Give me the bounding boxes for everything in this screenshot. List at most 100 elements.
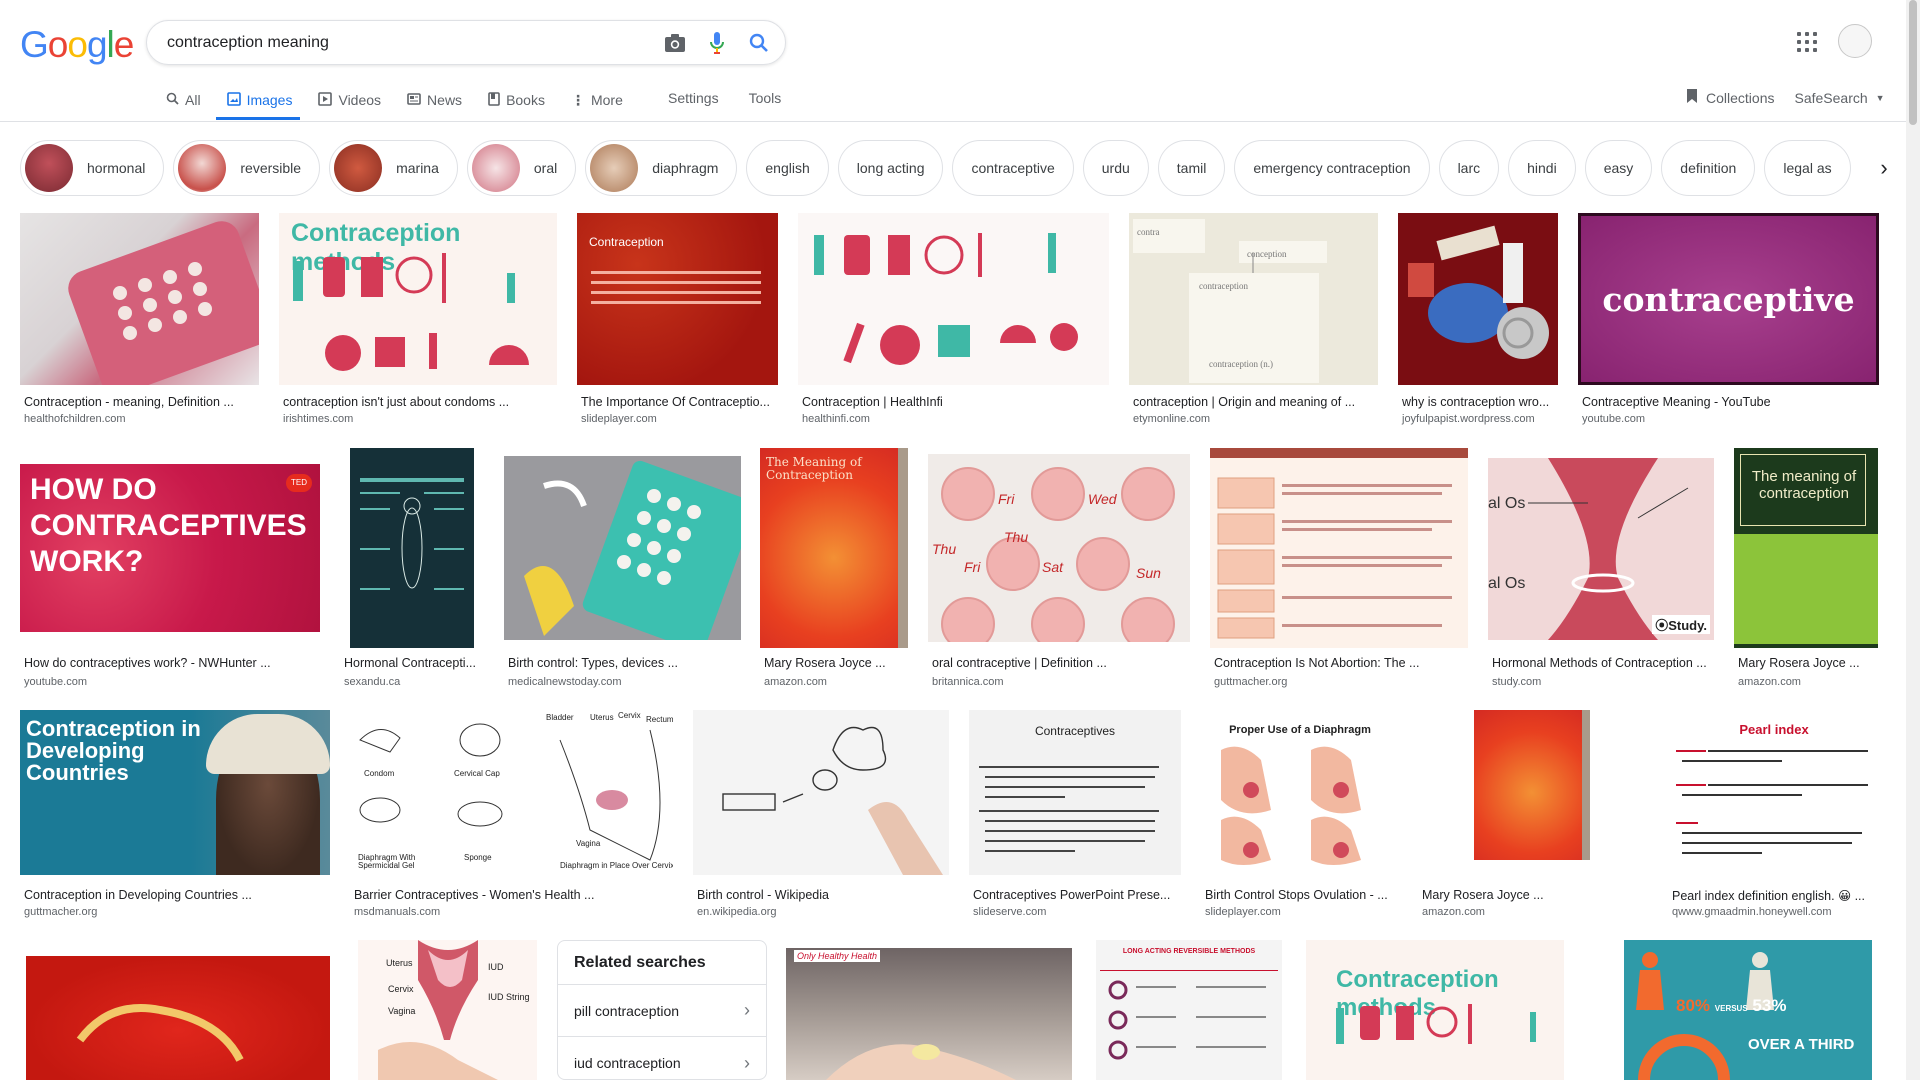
result-thumbnail[interactable]: The meaning of contraception [1734, 448, 1878, 648]
image-result[interactable]: Uterus IUD Cervix IUD String Vagina [358, 940, 537, 1080]
search-input[interactable]: contraception meaning [167, 34, 329, 52]
image-result[interactable]: Only Healthy Health [786, 940, 1072, 1080]
result-thumbnail[interactable] [504, 448, 744, 648]
settings-link[interactable]: Settings [668, 90, 719, 106]
result-thumbnail[interactable]: Proper Use of a Diaphragm [1201, 710, 1399, 875]
result-thumbnail[interactable]: Condom Cervical Cap Diaphragm With Spermici… [350, 710, 673, 875]
tab-all[interactable]: All [164, 88, 213, 110]
result-title[interactable]: Contraceptives PowerPoint Prese... [973, 888, 1181, 902]
microphone-icon[interactable] [705, 30, 729, 56]
chips-next-button[interactable]: › [1860, 140, 1908, 196]
image-result[interactable]: The Meaning of Contraception Mary Rosera… [760, 448, 908, 690]
image-result[interactable]: Birth control: Types, devices ... medica… [504, 448, 744, 690]
search-icon[interactable] [747, 30, 771, 56]
result-thumbnail[interactable]: Fri Wed Thu Sat Sun Thu Fri [928, 448, 1190, 648]
chip-tamil[interactable]: tamil [1157, 140, 1226, 196]
image-result[interactable]: Contraception in Developing Countries Co… [20, 710, 332, 920]
chip-hormonal[interactable]: hormonal [20, 140, 165, 196]
result-thumbnail[interactable]: al Os al Os ⦿Study. [1488, 448, 1714, 648]
image-result[interactable]: why is contraception wro... joyfulpapist… [1398, 213, 1558, 428]
related-search-item[interactable]: pill contraception › [558, 985, 766, 1037]
tab-books[interactable]: Books [486, 88, 557, 110]
image-result[interactable] [20, 940, 338, 1080]
result-title[interactable]: Hormonal Methods of Contraception ... [1492, 656, 1714, 670]
result-title[interactable]: oral contraceptive | Definition ... [932, 656, 1190, 670]
result-title[interactable]: contraception | Origin and meaning of ..… [1133, 395, 1378, 409]
result-title[interactable]: Contraceptive Meaning - YouTube [1582, 395, 1879, 409]
image-result[interactable]: contra conception contraception contracepti… [1129, 213, 1378, 428]
tab-videos[interactable]: Videos [316, 88, 393, 110]
image-result[interactable]: Contraception - meaning, Definition ... … [20, 213, 260, 428]
chip-diaphragm[interactable]: diaphragm [585, 140, 738, 196]
result-title[interactable]: Mary Rosera Joyce ... [764, 656, 908, 670]
result-title[interactable]: Contraception Is Not Abortion: The ... [1214, 656, 1468, 670]
camera-icon[interactable] [663, 30, 687, 56]
result-thumbnail[interactable] [20, 213, 259, 385]
avatar[interactable] [1838, 24, 1872, 58]
result-thumbnail[interactable] [1418, 710, 1648, 875]
chip-definition[interactable]: definition [1661, 140, 1756, 196]
result-thumbnail[interactable]: Contraceptives [969, 710, 1181, 875]
apps-grid-icon[interactable] [1795, 30, 1819, 54]
result-title[interactable]: Mary Rosera Joyce ... [1422, 888, 1648, 902]
image-result[interactable]: Mary Rosera Joyce ... amazon.com [1418, 710, 1648, 920]
result-thumbnail[interactable]: Only Healthy Health [786, 940, 1072, 1080]
scrollbar-track[interactable] [1906, 0, 1920, 1080]
chip-oral[interactable]: oral [466, 140, 577, 196]
result-title[interactable]: Pearl index definition english. 😀 ... [1672, 888, 1880, 903]
result-title[interactable]: Hormonal Contracepti... [344, 656, 484, 670]
image-result[interactable]: Pearl index Pearl index definition engli… [1668, 710, 1880, 920]
related-search-item[interactable]: iud contraception › [558, 1037, 766, 1080]
search-box[interactable]: contraception meaning [146, 20, 786, 65]
image-result[interactable]: The meaning of contraception Mary Rosera… [1734, 448, 1878, 690]
result-thumbnail[interactable]: 80% VERSUS 53% OVER A THIRD [1624, 940, 1872, 1080]
image-result[interactable]: al Os al Os ⦿Study. Hormonal Methods of C… [1488, 448, 1714, 690]
image-result[interactable]: Birth control - Wikipedia en.wikipedia.o… [693, 710, 949, 920]
result-thumbnail[interactable] [20, 940, 338, 1080]
chip-emergency-contraception[interactable]: emergency contraception [1234, 140, 1430, 196]
result-thumbnail[interactable]: contraceptive [1578, 213, 1879, 385]
result-thumbnail[interactable]: Pearl index [1668, 710, 1880, 875]
chip-reversible[interactable]: reversible [173, 140, 321, 196]
chip-easy[interactable]: easy [1584, 140, 1653, 196]
result-title[interactable]: Birth control - Wikipedia [697, 888, 949, 902]
result-thumbnail[interactable]: Contraception in Developing Countries [20, 710, 330, 875]
image-result[interactable]: Hormonal Contracepti... sexandu.ca [340, 448, 484, 690]
result-thumbnail[interactable]: LONG ACTING REVERSIBLE METHODS [1092, 940, 1286, 1080]
result-title[interactable]: Contraception | HealthInfi [802, 395, 1109, 409]
tab-news[interactable]: News [405, 88, 474, 110]
collections-button[interactable]: Collections [1686, 88, 1774, 107]
image-result[interactable]: Contraception | HealthInfi healthinfi.co… [798, 213, 1109, 428]
image-result[interactable]: contraceptive Contraceptive Meaning - Yo… [1578, 213, 1879, 428]
image-result[interactable]: Proper Use of a Diaphragm Birth Control … [1201, 710, 1399, 920]
image-result[interactable]: Contraception methods contraception isn'… [279, 213, 557, 428]
result-title[interactable]: Contraception in Developing Countries ..… [24, 888, 332, 902]
result-thumbnail[interactable]: Contraception methods [1306, 940, 1564, 1080]
chip-urdu[interactable]: urdu [1082, 140, 1149, 196]
result-title[interactable]: Barrier Contraceptives - Women's Health … [354, 888, 673, 902]
chip-legal-as[interactable]: legal as [1764, 140, 1851, 196]
tab-images[interactable]: Images [225, 88, 305, 110]
result-title[interactable]: Mary Rosera Joyce ... [1738, 656, 1878, 670]
result-thumbnail[interactable]: contra conception contraception contracepti… [1129, 213, 1378, 385]
result-thumbnail[interactable]: Uterus IUD Cervix IUD String Vagina [358, 940, 537, 1080]
tab-more[interactable]: ⋮ More [569, 88, 635, 110]
result-title[interactable]: The Importance Of Contraceptio... [581, 395, 778, 409]
image-result[interactable]: 80% VERSUS 53% OVER A THIRD [1624, 940, 1872, 1080]
result-thumbnail[interactable] [340, 448, 484, 648]
image-result[interactable]: LONG ACTING REVERSIBLE METHODS [1092, 940, 1286, 1080]
result-thumbnail[interactable] [693, 710, 949, 875]
image-result[interactable]: Contraceptives Contraceptives PowerPoint… [969, 710, 1181, 920]
scrollbar-thumb[interactable] [1909, 0, 1917, 125]
result-title[interactable]: why is contraception wro... [1402, 395, 1558, 409]
result-thumbnail[interactable]: The Meaning of Contraception [760, 448, 908, 648]
result-thumbnail[interactable]: HOW DO CONTRACEPTIVES WORK? TED [20, 448, 320, 648]
image-result[interactable]: HOW DO CONTRACEPTIVES WORK? TED How do c… [20, 448, 320, 690]
chip-hindi[interactable]: hindi [1508, 140, 1576, 196]
image-result[interactable]: Condom Cervical Cap Diaphragm With Spermici… [350, 710, 673, 920]
chip-larc[interactable]: larc [1438, 140, 1500, 196]
chip-english[interactable]: english [746, 140, 829, 196]
result-thumbnail[interactable] [1398, 213, 1558, 385]
result-thumbnail[interactable] [1210, 448, 1468, 648]
result-title[interactable]: contraception isn't just about condoms .… [283, 395, 557, 409]
